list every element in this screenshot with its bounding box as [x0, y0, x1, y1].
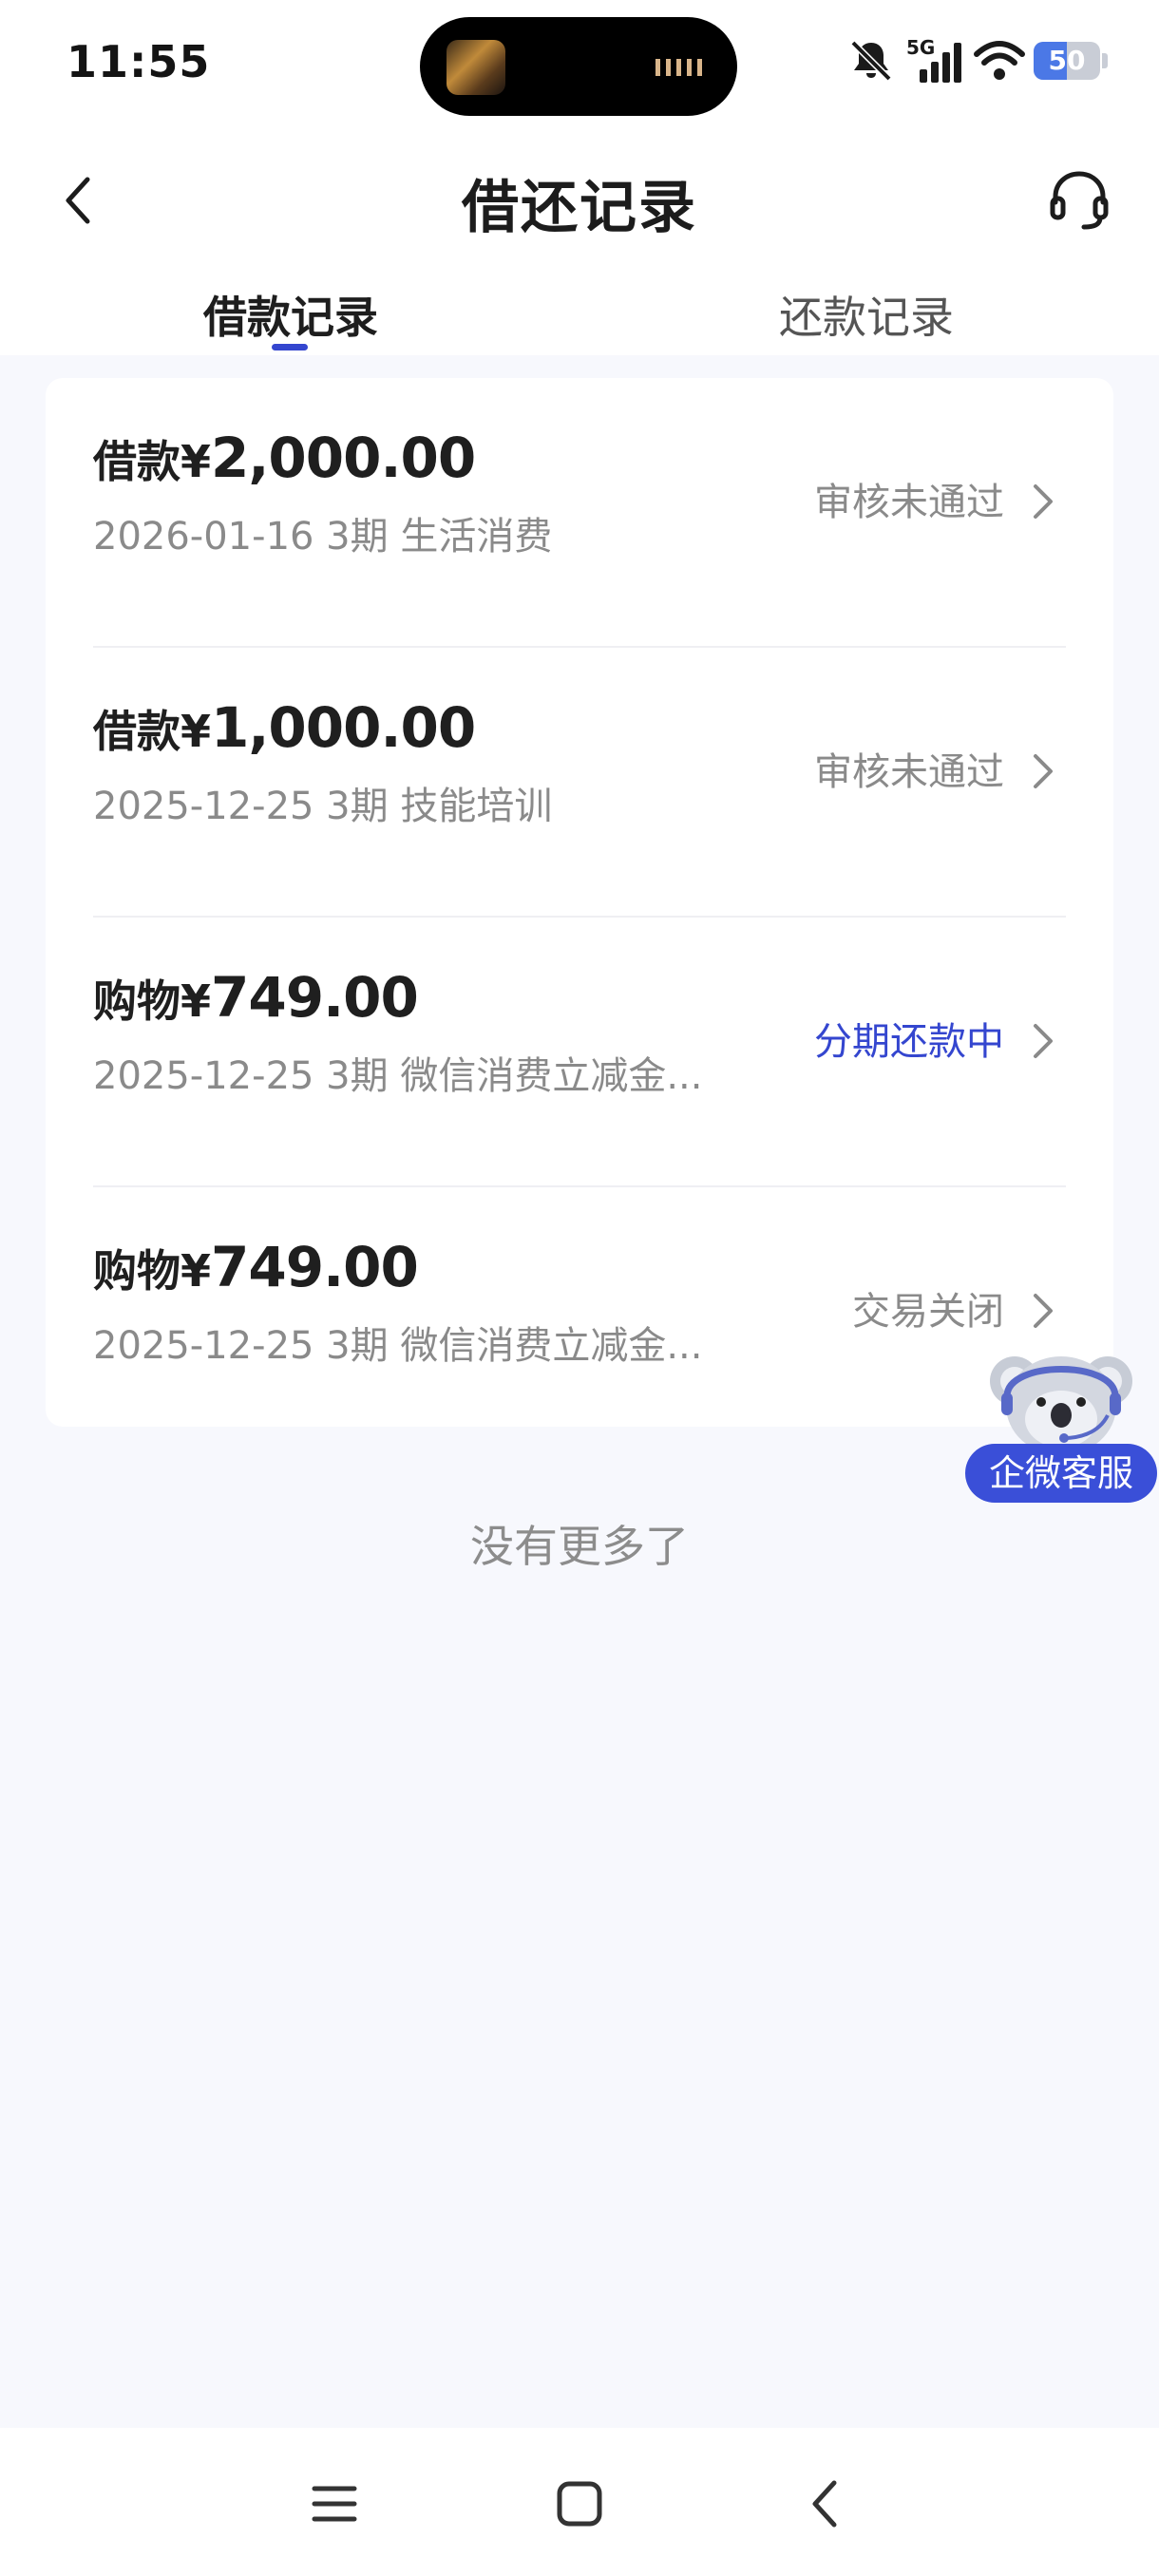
menu-icon	[312, 2486, 357, 2522]
status-label: 分期还款中	[814, 1020, 1004, 1064]
battery-percent: 50	[1048, 45, 1086, 76]
record-type: 购物¥	[93, 1245, 212, 1297]
audio-waveform-icon	[656, 59, 707, 76]
record-type: 借款¥	[93, 436, 212, 487]
system-back-button[interactable]	[787, 2466, 863, 2542]
menu-button[interactable]	[296, 2466, 372, 2542]
mute-bell-icon	[850, 40, 892, 82]
cellular-signal-icon: 5G	[906, 36, 961, 83]
list-item[interactable]: 借款¥2,000.00 2026-01-16 3期 生活消费 审核未通过	[46, 378, 1113, 648]
record-amount: 购物¥749.00	[93, 1235, 419, 1299]
amount-value: 749.00	[211, 1235, 419, 1299]
dynamic-island	[420, 17, 737, 116]
wifi-icon	[974, 41, 1025, 80]
amount-value: 2,000.00	[211, 426, 476, 490]
record-details: 2025-12-25 3期 微信消费立减金...	[93, 1324, 703, 1368]
amount-value: 749.00	[211, 965, 419, 1030]
list-item[interactable]: 购物¥749.00 2025-12-25 3期 微信消费立减金... 交易关闭	[46, 1187, 1113, 1457]
list-item[interactable]: 购物¥749.00 2025-12-25 3期 微信消费立减金... 分期还款中	[46, 918, 1113, 1187]
chevron-right-icon	[1034, 1024, 1053, 1058]
status-label: 审核未通过	[814, 750, 1004, 794]
tab-repayment-records[interactable]: 还款记录	[771, 283, 961, 346]
media-thumbnail-icon	[446, 40, 505, 95]
network-label: 5G	[906, 36, 935, 59]
back-arrow-icon	[812, 2480, 837, 2528]
wecom-service-label: 企微客服	[965, 1444, 1157, 1503]
chevron-right-icon	[1034, 754, 1053, 788]
record-details: 2025-12-25 3期 技能培训	[93, 785, 553, 828]
koala-mascot-icon	[990, 1356, 1132, 1455]
headset-icon	[1050, 171, 1109, 230]
status-icons: 5G 50	[846, 32, 1108, 89]
active-tab-indicator	[272, 344, 308, 350]
list-item[interactable]: 借款¥1,000.00 2025-12-25 3期 技能培训 审核未通过	[46, 648, 1113, 918]
record-amount: 借款¥1,000.00	[93, 695, 476, 760]
chevron-right-icon	[1034, 1294, 1053, 1328]
records-list: 借款¥2,000.00 2026-01-16 3期 生活消费 审核未通过 借款¥…	[46, 378, 1113, 1427]
home-square-icon	[557, 2481, 602, 2527]
record-type: 借款¥	[93, 706, 212, 757]
no-more-text: 没有更多了	[470, 1521, 689, 1572]
status-label: 交易关闭	[852, 1290, 1004, 1334]
customer-service-button[interactable]	[1041, 161, 1117, 237]
chevron-right-icon	[1034, 484, 1053, 519]
record-type: 购物¥	[93, 975, 212, 1027]
wecom-service-button[interactable]: 企微客服	[965, 1343, 1159, 1505]
record-amount: 购物¥749.00	[93, 965, 419, 1030]
battery-icon: 50	[1034, 42, 1108, 80]
status-time: 11:55	[66, 36, 211, 87]
status-label: 审核未通过	[814, 481, 1004, 524]
record-amount: 借款¥2,000.00	[93, 426, 476, 490]
tab-loan-records[interactable]: 借款记录	[196, 283, 386, 346]
page-title: 借还记录	[462, 175, 697, 241]
record-details: 2025-12-25 3期 微信消费立减金...	[93, 1054, 703, 1098]
record-details: 2026-01-16 3期 生活消费	[93, 515, 553, 559]
system-nav-bar	[0, 2428, 1159, 2576]
home-button[interactable]	[542, 2466, 618, 2542]
amount-value: 1,000.00	[211, 695, 476, 760]
